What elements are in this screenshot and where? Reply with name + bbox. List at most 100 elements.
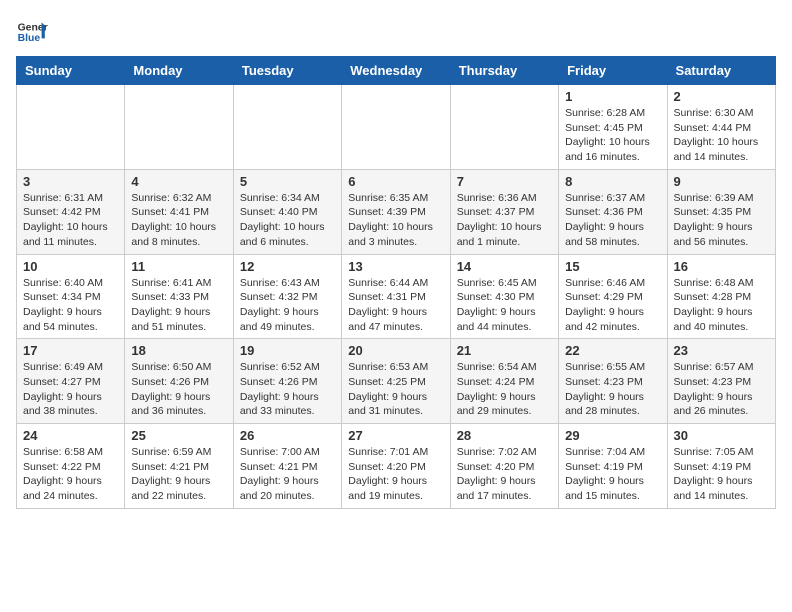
calendar-week-row: 1 Sunrise: 6:28 AM Sunset: 4:45 PM Daylig… (17, 85, 776, 170)
logo: General Blue (16, 16, 48, 48)
calendar-day-cell: 18Sunrise: 6:50 AM Sunset: 4:26 PM Dayli… (125, 339, 233, 424)
day-info: Sunrise: 6:45 AM Sunset: 4:30 PM Dayligh… (457, 276, 552, 335)
day-info: Sunrise: 6:55 AM Sunset: 4:23 PM Dayligh… (565, 360, 660, 419)
day-number: 30 (674, 428, 769, 443)
calendar-day-cell: 13 Sunrise: 6:44 AM Sunset: 4:31 PM Dayli… (342, 254, 450, 339)
calendar-week-row: 17 Sunrise: 6:49 AM Sunset: 4:27 PM Dayli… (17, 339, 776, 424)
day-info: Sunrise: 6:48 AM Sunset: 4:28 PM Dayligh… (674, 276, 769, 335)
day-number: 25 (131, 428, 226, 443)
weekday-header-cell: Monday (125, 57, 233, 85)
day-number: 1 (565, 89, 660, 104)
calendar-day-cell: 24 Sunrise: 6:58 AM Sunset: 4:22 PM Dayli… (17, 424, 125, 509)
day-number: 28 (457, 428, 552, 443)
calendar-day-cell: 6 Sunrise: 6:35 AM Sunset: 4:39 PM Daylig… (342, 169, 450, 254)
calendar-day-cell: 2 Sunrise: 6:30 AM Sunset: 4:44 PM Daylig… (667, 85, 775, 170)
day-number: 24 (23, 428, 118, 443)
calendar-day-cell (233, 85, 341, 170)
day-info: Sunrise: 6:37 AM Sunset: 4:36 PM Dayligh… (565, 191, 660, 250)
calendar-day-cell (342, 85, 450, 170)
calendar-day-cell: 11 Sunrise: 6:41 AM Sunset: 4:33 PM Dayli… (125, 254, 233, 339)
calendar-table: SundayMondayTuesdayWednesdayThursdayFrid… (16, 56, 776, 509)
day-number: 19 (240, 343, 335, 358)
calendar-week-row: 3 Sunrise: 6:31 AM Sunset: 4:42 PM Daylig… (17, 169, 776, 254)
day-number: 29 (565, 428, 660, 443)
day-number: 12 (240, 259, 335, 274)
day-number: 6 (348, 174, 443, 189)
day-info: Sunrise: 6:41 AM Sunset: 4:33 PM Dayligh… (131, 276, 226, 335)
calendar-week-row: 10 Sunrise: 6:40 AM Sunset: 4:34 PM Dayli… (17, 254, 776, 339)
weekday-header-row: SundayMondayTuesdayWednesdayThursdayFrid… (17, 57, 776, 85)
calendar-day-cell: 23 Sunrise: 6:57 AM Sunset: 4:23 PM Dayli… (667, 339, 775, 424)
calendar-day-cell: 26Sunrise: 7:00 AM Sunset: 4:21 PM Dayli… (233, 424, 341, 509)
calendar-day-cell (17, 85, 125, 170)
calendar-day-cell: 8 Sunrise: 6:37 AM Sunset: 4:36 PM Daylig… (559, 169, 667, 254)
calendar-day-cell: 16Sunrise: 6:48 AM Sunset: 4:28 PM Dayli… (667, 254, 775, 339)
day-info: Sunrise: 7:02 AM Sunset: 4:20 PM Dayligh… (457, 445, 552, 504)
day-number: 2 (674, 89, 769, 104)
day-number: 20 (348, 343, 443, 358)
weekday-header-cell: Thursday (450, 57, 558, 85)
day-info: Sunrise: 6:59 AM Sunset: 4:21 PM Dayligh… (131, 445, 226, 504)
day-info: Sunrise: 6:50 AM Sunset: 4:26 PM Dayligh… (131, 360, 226, 419)
calendar-day-cell: 21 Sunrise: 6:54 AM Sunset: 4:24 PM Dayli… (450, 339, 558, 424)
day-info: Sunrise: 6:57 AM Sunset: 4:23 PM Dayligh… (674, 360, 769, 419)
weekday-header-cell: Wednesday (342, 57, 450, 85)
calendar-day-cell: 30 Sunrise: 7:05 AM Sunset: 4:19 PM Dayli… (667, 424, 775, 509)
day-info: Sunrise: 6:43 AM Sunset: 4:32 PM Dayligh… (240, 276, 335, 335)
day-number: 7 (457, 174, 552, 189)
day-info: Sunrise: 7:00 AM Sunset: 4:21 PM Dayligh… (240, 445, 335, 504)
calendar-day-cell (450, 85, 558, 170)
day-number: 4 (131, 174, 226, 189)
day-number: 15 (565, 259, 660, 274)
day-number: 13 (348, 259, 443, 274)
day-info: Sunrise: 6:40 AM Sunset: 4:34 PM Dayligh… (23, 276, 118, 335)
day-info: Sunrise: 6:28 AM Sunset: 4:45 PM Dayligh… (565, 106, 660, 165)
calendar-day-cell: 3 Sunrise: 6:31 AM Sunset: 4:42 PM Daylig… (17, 169, 125, 254)
day-info: Sunrise: 6:53 AM Sunset: 4:25 PM Dayligh… (348, 360, 443, 419)
day-number: 22 (565, 343, 660, 358)
day-info: Sunrise: 6:52 AM Sunset: 4:26 PM Dayligh… (240, 360, 335, 419)
day-number: 14 (457, 259, 552, 274)
day-info: Sunrise: 6:35 AM Sunset: 4:39 PM Dayligh… (348, 191, 443, 250)
day-number: 21 (457, 343, 552, 358)
day-info: Sunrise: 6:34 AM Sunset: 4:40 PM Dayligh… (240, 191, 335, 250)
weekday-header-cell: Sunday (17, 57, 125, 85)
day-number: 11 (131, 259, 226, 274)
calendar-day-cell: 12 Sunrise: 6:43 AM Sunset: 4:32 PM Dayli… (233, 254, 341, 339)
day-info: Sunrise: 6:32 AM Sunset: 4:41 PM Dayligh… (131, 191, 226, 250)
calendar-day-cell: 22 Sunrise: 6:55 AM Sunset: 4:23 PM Dayli… (559, 339, 667, 424)
calendar-day-cell: 29 Sunrise: 7:04 AM Sunset: 4:19 PM Dayli… (559, 424, 667, 509)
day-number: 23 (674, 343, 769, 358)
calendar-day-cell: 19 Sunrise: 6:52 AM Sunset: 4:26 PM Dayli… (233, 339, 341, 424)
day-info: Sunrise: 7:04 AM Sunset: 4:19 PM Dayligh… (565, 445, 660, 504)
day-info: Sunrise: 6:30 AM Sunset: 4:44 PM Dayligh… (674, 106, 769, 165)
calendar-day-cell: 20 Sunrise: 6:53 AM Sunset: 4:25 PM Dayli… (342, 339, 450, 424)
calendar-day-cell: 28 Sunrise: 7:02 AM Sunset: 4:20 PM Dayli… (450, 424, 558, 509)
day-info: Sunrise: 6:36 AM Sunset: 4:37 PM Dayligh… (457, 191, 552, 250)
day-info: Sunrise: 6:58 AM Sunset: 4:22 PM Dayligh… (23, 445, 118, 504)
calendar-day-cell: 15Sunrise: 6:46 AM Sunset: 4:29 PM Dayli… (559, 254, 667, 339)
day-info: Sunrise: 6:39 AM Sunset: 4:35 PM Dayligh… (674, 191, 769, 250)
header: General Blue (16, 16, 776, 48)
day-info: Sunrise: 7:05 AM Sunset: 4:19 PM Dayligh… (674, 445, 769, 504)
calendar-day-cell: 10 Sunrise: 6:40 AM Sunset: 4:34 PM Dayli… (17, 254, 125, 339)
day-number: 9 (674, 174, 769, 189)
calendar-day-cell: 25 Sunrise: 6:59 AM Sunset: 4:21 PM Dayli… (125, 424, 233, 509)
day-number: 27 (348, 428, 443, 443)
calendar-day-cell: 9 Sunrise: 6:39 AM Sunset: 4:35 PM Daylig… (667, 169, 775, 254)
weekday-header-cell: Tuesday (233, 57, 341, 85)
weekday-header-cell: Saturday (667, 57, 775, 85)
day-info: Sunrise: 6:44 AM Sunset: 4:31 PM Dayligh… (348, 276, 443, 335)
calendar-week-row: 24 Sunrise: 6:58 AM Sunset: 4:22 PM Dayli… (17, 424, 776, 509)
calendar-day-cell: 14 Sunrise: 6:45 AM Sunset: 4:30 PM Dayli… (450, 254, 558, 339)
day-info: Sunrise: 6:54 AM Sunset: 4:24 PM Dayligh… (457, 360, 552, 419)
day-number: 8 (565, 174, 660, 189)
day-number: 3 (23, 174, 118, 189)
day-number: 10 (23, 259, 118, 274)
calendar-day-cell: 1 Sunrise: 6:28 AM Sunset: 4:45 PM Daylig… (559, 85, 667, 170)
day-number: 17 (23, 343, 118, 358)
day-info: Sunrise: 6:31 AM Sunset: 4:42 PM Dayligh… (23, 191, 118, 250)
calendar-day-cell (125, 85, 233, 170)
weekday-header-cell: Friday (559, 57, 667, 85)
day-info: Sunrise: 6:49 AM Sunset: 4:27 PM Dayligh… (23, 360, 118, 419)
